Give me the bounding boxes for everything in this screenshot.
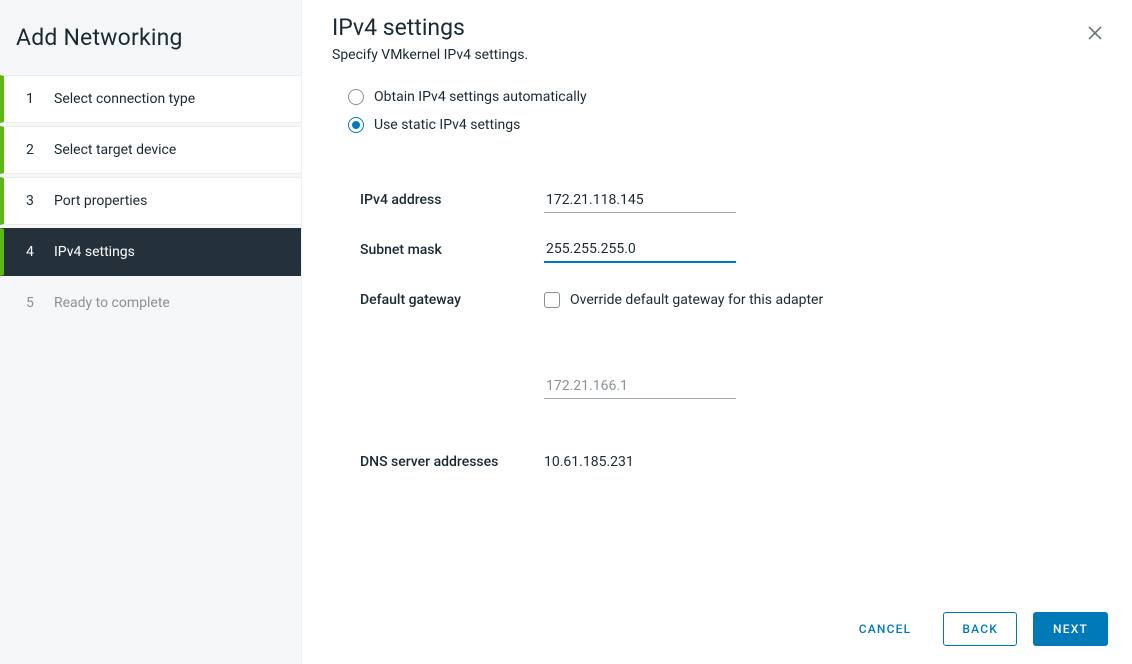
- step-select-connection-type[interactable]: 1 Select connection type: [0, 75, 301, 123]
- default-gateway-input: [544, 374, 736, 399]
- page-title: IPv4 settings: [332, 14, 528, 41]
- next-button[interactable]: NEXT: [1033, 612, 1108, 646]
- radio-icon: [348, 89, 364, 105]
- page-subtitle: Specify VMkernel IPv4 settings.: [332, 47, 528, 63]
- label-subnet-mask: Subnet mask: [360, 242, 544, 258]
- step-label: Port properties: [54, 193, 147, 209]
- checkbox-icon: [544, 292, 560, 308]
- radio-label: Use static IPv4 settings: [374, 117, 520, 133]
- radio-icon: [348, 117, 364, 133]
- step-port-properties[interactable]: 3 Port properties: [0, 177, 301, 225]
- radio-obtain-auto[interactable]: Obtain IPv4 settings automatically: [348, 89, 1108, 105]
- wizard-sidebar: Add Networking 1 Select connection type …: [0, 0, 302, 664]
- row-ipv4-address: IPv4 address: [360, 175, 1108, 225]
- step-ready-to-complete: 5 Ready to complete: [0, 279, 301, 327]
- close-icon: [1088, 29, 1102, 44]
- radio-use-static[interactable]: Use static IPv4 settings: [348, 117, 1108, 133]
- step-number: 5: [26, 295, 42, 311]
- step-number: 4: [26, 244, 42, 260]
- step-number: 2: [26, 142, 42, 158]
- close-button[interactable]: [1082, 20, 1108, 50]
- label-default-gateway: Default gateway: [360, 292, 544, 308]
- dns-servers-value: 10.61.185.231: [544, 454, 634, 470]
- step-label: Select connection type: [54, 91, 195, 107]
- ipv4-mode-radio-group: Obtain IPv4 settings automatically Use s…: [348, 89, 1108, 145]
- header-row: IPv4 settings Specify VMkernel IPv4 sett…: [332, 14, 1108, 89]
- static-settings-form: IPv4 address Subnet mask Default gateway…: [360, 175, 1108, 487]
- radio-label: Obtain IPv4 settings automatically: [374, 89, 587, 105]
- step-ipv4-settings[interactable]: 4 IPv4 settings: [0, 228, 301, 276]
- row-subnet-mask: Subnet mask: [360, 225, 1108, 275]
- row-gateway-value: [360, 361, 1108, 411]
- step-label: Select target device: [54, 142, 176, 158]
- label-ipv4-address: IPv4 address: [360, 192, 544, 208]
- sidebar-title: Add Networking: [0, 18, 301, 75]
- wizard-steps: 1 Select connection type 2 Select target…: [0, 75, 301, 327]
- override-gateway-checkbox[interactable]: Override default gateway for this adapte…: [544, 292, 823, 308]
- subnet-mask-input[interactable]: [544, 237, 736, 263]
- step-label: Ready to complete: [54, 295, 170, 311]
- label-dns-servers: DNS server addresses: [360, 454, 544, 470]
- step-label: IPv4 settings: [54, 244, 135, 260]
- row-dns-servers: DNS server addresses 10.61.185.231: [360, 437, 1108, 487]
- main-panel: IPv4 settings Specify VMkernel IPv4 sett…: [302, 0, 1132, 664]
- cancel-button[interactable]: CANCEL: [843, 612, 928, 646]
- back-button[interactable]: BACK: [943, 612, 1017, 646]
- ipv4-address-input[interactable]: [544, 188, 736, 213]
- wizard-footer: CANCEL BACK NEXT: [332, 600, 1108, 646]
- step-number: 1: [26, 91, 42, 107]
- step-number: 3: [26, 193, 42, 209]
- step-select-target-device[interactable]: 2 Select target device: [0, 126, 301, 174]
- checkbox-label: Override default gateway for this adapte…: [570, 292, 823, 308]
- row-default-gateway: Default gateway Override default gateway…: [360, 275, 1108, 325]
